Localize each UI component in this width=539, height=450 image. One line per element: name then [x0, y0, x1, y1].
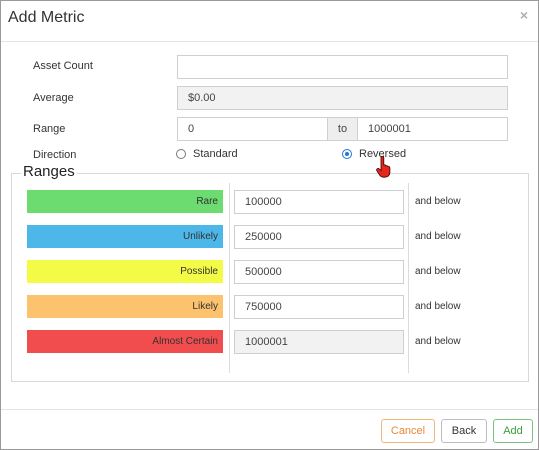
band-suffix: and below — [415, 301, 461, 312]
column-divider — [408, 183, 409, 373]
band-rare: Rare — [27, 190, 223, 213]
ranges-title: Ranges — [21, 163, 77, 180]
back-button[interactable]: Back — [441, 419, 487, 443]
band-suffix: and below — [415, 231, 461, 242]
asset-count-label: Asset Count — [33, 60, 93, 72]
average-label: Average — [33, 92, 74, 104]
band-likely-input[interactable] — [234, 295, 404, 319]
dialog-title: Add Metric — [8, 9, 85, 26]
radio-unchecked-icon — [176, 149, 186, 159]
average-field: $0.00 — [177, 86, 508, 110]
footer-divider — [1, 409, 538, 410]
band-possible-input[interactable] — [234, 260, 404, 284]
direction-reversed-radio[interactable]: Reversed — [342, 148, 406, 160]
asset-count-input[interactable] — [177, 55, 508, 79]
direction-standard-label: Standard — [193, 148, 238, 160]
column-divider — [229, 183, 230, 373]
dialog-header: Add Metric × — [1, 1, 538, 42]
range-label: Range — [33, 123, 66, 135]
cancel-button[interactable]: Cancel — [381, 419, 435, 443]
band-almost-certain: Almost Certain — [27, 330, 223, 353]
range-from-input[interactable] — [177, 117, 328, 141]
range-to-addon: to — [327, 117, 358, 141]
band-rare-input[interactable] — [234, 190, 404, 214]
band-unlikely: Unlikely — [27, 225, 223, 248]
band-suffix: and below — [415, 266, 461, 277]
direction-label: Direction — [33, 149, 77, 161]
band-almost-certain-field: 1000001 — [234, 330, 404, 354]
band-likely: Likely — [27, 295, 223, 318]
band-suffix: and below — [415, 336, 461, 347]
band-possible: Possible — [27, 260, 223, 283]
direction-standard-radio[interactable]: Standard — [176, 148, 238, 160]
range-to-input[interactable] — [357, 117, 508, 141]
hand-pointer-icon — [376, 156, 391, 178]
add-metric-dialog: Add Metric × Asset Count Average $0.00 R… — [0, 0, 539, 450]
band-unlikely-input[interactable] — [234, 225, 404, 249]
add-button[interactable]: Add — [493, 419, 533, 443]
band-suffix: and below — [415, 196, 461, 207]
close-icon[interactable]: × — [520, 7, 528, 23]
radio-checked-icon — [342, 149, 352, 159]
